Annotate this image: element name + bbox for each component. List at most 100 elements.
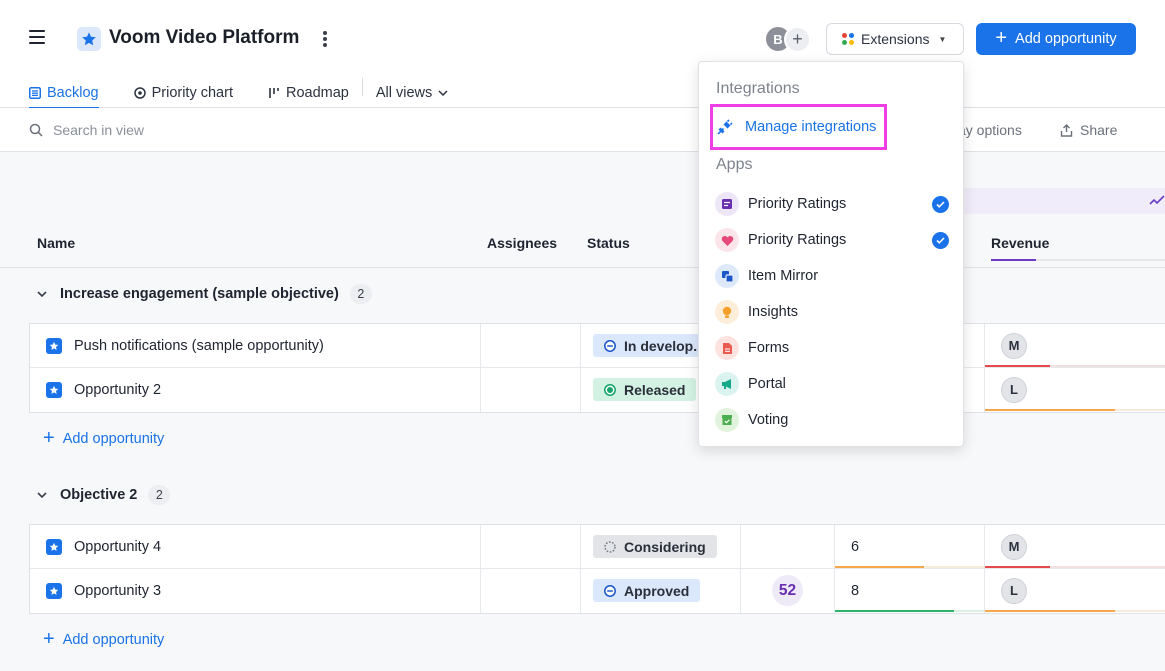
opportunity-star-icon [46, 582, 62, 599]
app-title[interactable]: Voom Video Platform [109, 27, 299, 49]
revenue-owner-cell[interactable]: L [985, 368, 1165, 411]
tab-all-views[interactable]: All views [376, 75, 448, 108]
app-item-voting[interactable]: Voting [715, 406, 949, 434]
tab-all-views-label: All views [375, 85, 433, 101]
owner-avatar[interactable]: M [1001, 533, 1027, 560]
name-cell[interactable]: Opportunity 3 [30, 569, 480, 612]
status-cell[interactable]: Considering [593, 525, 717, 568]
assignees-cell[interactable] [480, 525, 580, 568]
group-title: Objective 2 [60, 487, 138, 503]
tab-roadmap[interactable]: Roadmap [268, 75, 349, 108]
add-opportunity-link[interactable]: + Add opportunity [43, 428, 164, 448]
owner-bar-track [1050, 365, 1165, 367]
search-input[interactable]: Search in view [29, 122, 144, 138]
status-cell[interactable]: In develop. [593, 324, 709, 367]
group-count-badge: 2 [148, 485, 171, 505]
extensions-dropdown: Integrations Manage integrations Apps Pr… [698, 61, 964, 447]
value-cell[interactable]: 6 [835, 525, 984, 568]
status-label: Approved [624, 582, 690, 599]
status-badge[interactable]: In develop. [593, 334, 709, 357]
manage-integrations-label: Manage integrations [745, 119, 877, 135]
assignees-cell[interactable] [480, 324, 580, 367]
app-item-label: Priority Ratings [748, 232, 847, 248]
table-row[interactable]: Opportunity 4 Considering 6 M [30, 525, 1165, 569]
chevron-down-icon[interactable] [37, 288, 49, 300]
plus-icon: + [995, 27, 1008, 49]
value-bar-track [924, 566, 984, 568]
name-cell[interactable]: Push notifications (sample opportunity) [30, 324, 480, 367]
owner-avatar[interactable]: L [1001, 577, 1027, 604]
add-opportunity-link-label: Add opportunity [62, 632, 165, 648]
opportunity-table: Push notifications (sample opportunity) … [29, 323, 1165, 413]
tab-divider [361, 78, 363, 96]
owner-avatar[interactable]: M [1001, 332, 1027, 359]
tab-priority-chart-label: Priority chart [151, 85, 233, 101]
column-header-revenue[interactable]: Revenue [991, 235, 1049, 251]
add-member-button[interactable]: + [784, 26, 811, 53]
status-badge[interactable]: Released [593, 378, 697, 401]
group-header[interactable]: Objective 2 2 [37, 485, 171, 505]
score-cell[interactable]: 52 [741, 569, 834, 612]
app-item-insights[interactable]: Insights [715, 298, 949, 326]
status-cell[interactable]: Released [593, 368, 697, 411]
plus-icon: + [43, 628, 55, 650]
column-header-name[interactable]: Name [37, 235, 75, 251]
priority-score: 52 [772, 575, 803, 606]
tab-priority-chart[interactable]: Priority chart [133, 75, 233, 108]
considering-icon [604, 540, 616, 553]
app-item-priority-ratings[interactable]: Priority Ratings [715, 190, 949, 218]
app-item-label: Voting [748, 412, 789, 428]
ballot-box-icon [715, 408, 739, 432]
extensions-icon [842, 33, 854, 45]
status-cell[interactable]: Approved [593, 569, 701, 612]
name-cell[interactable]: Opportunity 4 [30, 525, 480, 568]
column-header-assignees[interactable]: Assignees [487, 235, 557, 251]
opportunity-star-icon [46, 381, 62, 398]
chevron-down-icon[interactable] [37, 489, 49, 501]
add-opportunity-link[interactable]: + Add opportunity [43, 628, 165, 650]
value-cell[interactable]: 8 [835, 569, 984, 612]
megaphone-icon [715, 372, 739, 396]
view-toolbar: Search in view ay options Share [0, 108, 1165, 152]
revenue-owner-cell[interactable]: M [985, 525, 1165, 568]
opportunity-table: Opportunity 4 Considering 6 M Opportunit… [29, 524, 1165, 614]
name-cell[interactable]: Opportunity 2 [30, 368, 480, 411]
table-row[interactable]: Push notifications (sample opportunity) … [30, 324, 1165, 368]
extensions-button[interactable]: Extensions ▼ [826, 23, 964, 55]
status-badge[interactable]: Approved [593, 579, 701, 602]
opportunity-name: Opportunity 3 [74, 582, 162, 599]
caret-down-icon: ▼ [938, 34, 947, 44]
hamburger-menu-icon[interactable] [29, 30, 45, 46]
star-logo-icon [77, 27, 101, 51]
more-options-icon[interactable] [320, 29, 330, 49]
trend-icon [1149, 195, 1165, 205]
display-options-button[interactable]: ay options [958, 122, 1022, 138]
score-cell[interactable] [741, 525, 834, 568]
table-row[interactable]: Opportunity 2 Released L [30, 368, 1165, 412]
share-button[interactable]: Share [1060, 122, 1117, 138]
group-count-badge: 2 [349, 284, 372, 304]
owner-bar [985, 566, 1050, 568]
tab-backlog[interactable]: Backlog [29, 75, 99, 109]
assignees-cell[interactable] [480, 368, 580, 411]
owner-avatar[interactable]: L [1001, 376, 1027, 403]
table-row[interactable]: Opportunity 3 Approved 52 8 L [30, 569, 1165, 613]
status-badge[interactable]: Considering [593, 535, 717, 558]
revenue-owner-cell[interactable]: L [985, 569, 1165, 612]
app-item-label: Forms [748, 340, 790, 356]
app-item-priority-ratings-2[interactable]: Priority Ratings [715, 226, 949, 254]
checkmark-icon [932, 196, 949, 213]
manage-integrations-item[interactable]: Manage integrations [710, 104, 887, 150]
owner-bar-track [1115, 409, 1165, 411]
assignees-cell[interactable] [480, 569, 580, 612]
released-icon [604, 383, 616, 396]
revenue-owner-cell[interactable]: M [985, 324, 1165, 367]
group-header[interactable]: Increase engagement (sample objective) 2 [37, 284, 372, 304]
app-item-item-mirror[interactable]: Item Mirror [715, 262, 949, 290]
add-opportunity-button[interactable]: + Add opportunity [976, 23, 1136, 55]
app-item-portal[interactable]: Portal [715, 370, 949, 398]
opportunity-star-icon [46, 337, 62, 354]
column-header-status[interactable]: Status [587, 235, 630, 251]
roadmap-icon [269, 88, 279, 98]
app-item-forms[interactable]: Forms [715, 334, 949, 362]
